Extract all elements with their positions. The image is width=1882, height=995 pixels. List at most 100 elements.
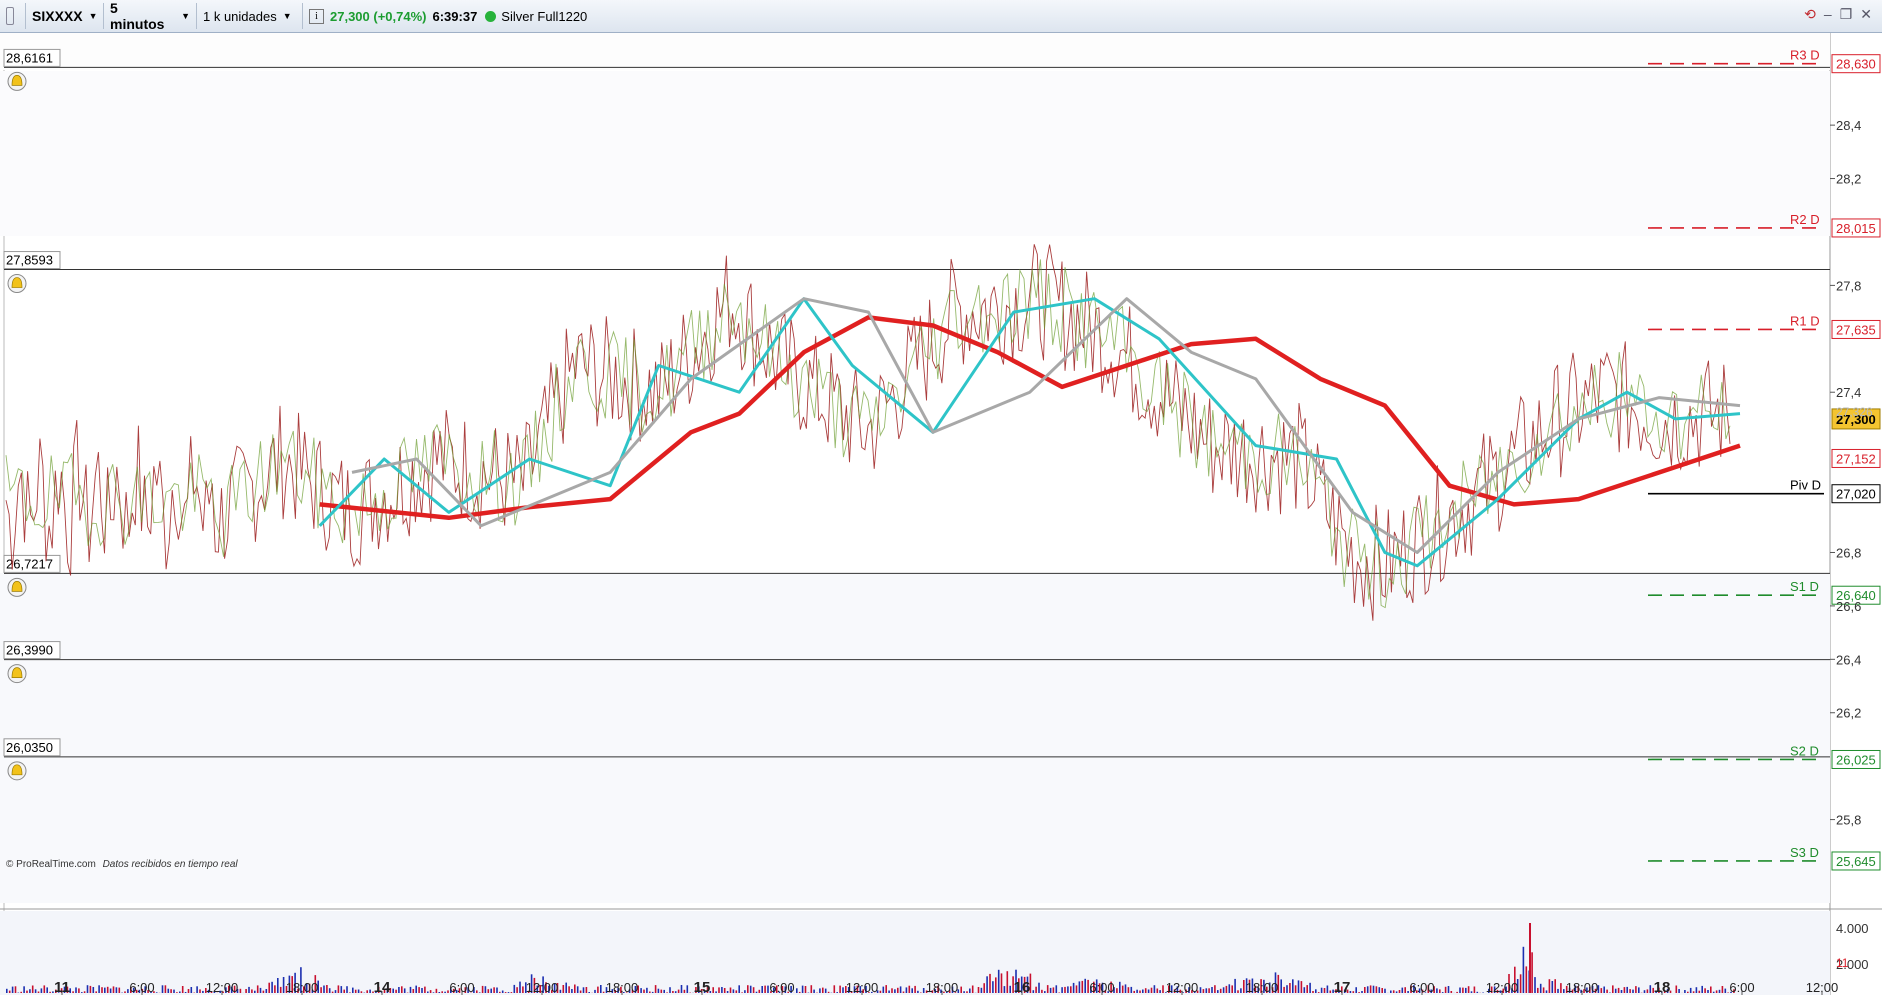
volume-bar — [1144, 988, 1147, 993]
volume-bar — [104, 987, 106, 993]
volume-bar — [983, 983, 985, 993]
ticker-selector[interactable]: SIXXXX ▼ — [26, 3, 104, 29]
timeframe-selector[interactable]: 5 minutos ▼ — [104, 0, 197, 32]
close-icon[interactable]: ✕ — [1860, 6, 1872, 23]
volume-bar — [1707, 990, 1709, 993]
volume-bar — [1214, 985, 1216, 993]
volume-bar — [1473, 986, 1476, 993]
volume-bar — [1153, 985, 1156, 993]
volume-bar — [190, 987, 193, 993]
volume-bar — [666, 992, 668, 993]
volume-bar — [980, 987, 983, 993]
volume-bar — [271, 981, 273, 993]
chevron-down-icon: ▼ — [88, 11, 98, 21]
volume-bar — [1718, 989, 1721, 993]
volume-bar — [986, 976, 988, 993]
volume-bar — [106, 986, 109, 993]
volume-bar — [424, 986, 426, 993]
volume-bar — [1366, 986, 1369, 993]
volume-bar — [1225, 985, 1228, 993]
volume-bar — [902, 991, 905, 993]
bell-icon[interactable] — [7, 274, 27, 294]
x-tick-label: 12:00 — [1166, 980, 1199, 995]
pivot-name: S2 D — [1790, 743, 1819, 758]
volume-bar — [1219, 988, 1222, 993]
x-tick-label: 18:00 — [606, 980, 639, 995]
ticker-label: SIXXXX — [32, 8, 83, 24]
volume-bar — [1127, 987, 1130, 993]
volume-bar — [1692, 991, 1695, 993]
volume-bar — [680, 985, 683, 993]
volume-bar — [715, 991, 717, 993]
volume-bar — [1142, 989, 1144, 993]
volume-bar — [1444, 986, 1447, 993]
x-tick-label: 6:00 — [1729, 980, 1754, 995]
volume-bar — [328, 988, 331, 993]
volume-bar — [1436, 988, 1438, 993]
x-tick-label: 12:00 — [526, 980, 559, 995]
volume-bar — [1392, 990, 1395, 993]
volume-bar — [1297, 980, 1300, 993]
volume-bar — [418, 987, 420, 993]
pivot-value: 26,025 — [1836, 752, 1876, 767]
volume-bar — [718, 987, 720, 993]
volume-bar — [161, 985, 164, 993]
volume-bar — [1704, 988, 1706, 993]
volume-bar — [819, 988, 821, 993]
bell-icon[interactable] — [7, 71, 27, 91]
volume-bar — [1369, 985, 1372, 993]
volume-bar — [597, 986, 599, 993]
volume-bar — [721, 987, 723, 993]
alert-value: 28,6161 — [6, 50, 53, 65]
volume-bar — [582, 987, 585, 993]
volume-bar — [729, 987, 732, 993]
x-tick-label: 6:00 — [1089, 980, 1114, 995]
volume-bar — [43, 985, 46, 993]
y-tick-label: 26,4 — [1836, 652, 1861, 667]
volume-bar — [732, 989, 735, 993]
volume-bar — [265, 989, 268, 993]
volume-bar — [1283, 986, 1285, 993]
volume-bar — [1303, 987, 1306, 993]
x-tick-label: 12:00 — [206, 980, 239, 995]
volume-bar — [1055, 985, 1058, 993]
volume-bar — [1695, 987, 1698, 993]
volume-bar — [674, 991, 677, 993]
volume-bar — [1003, 986, 1006, 993]
volume-bar — [1150, 987, 1153, 993]
volume-bar — [239, 988, 242, 993]
volume-bar — [1329, 990, 1332, 993]
bell-icon[interactable] — [7, 664, 27, 684]
volume-bar — [672, 991, 674, 993]
restore-icon[interactable]: ❐ — [1840, 6, 1853, 23]
volume-bar — [997, 969, 1000, 993]
pivot-value: 27,635 — [1836, 322, 1876, 337]
volume-bar — [1531, 952, 1533, 993]
volume-bar — [334, 990, 337, 993]
volume-bar — [758, 989, 761, 993]
bell-icon[interactable] — [7, 761, 27, 781]
volume-bar — [1061, 987, 1063, 993]
sync-icon[interactable]: ⟲ — [1804, 6, 1816, 23]
volume-bar — [34, 989, 37, 993]
units-selector[interactable]: 1 k unidades ▼ — [197, 3, 303, 29]
x-tick-label: 18:00 — [1246, 980, 1279, 995]
volume-bar — [1119, 981, 1121, 993]
volume-bar — [360, 991, 363, 993]
volume-bar — [432, 992, 435, 993]
volume-bar — [643, 989, 645, 993]
minimize-icon[interactable]: – — [1824, 6, 1832, 23]
volume-bar — [429, 990, 432, 993]
y-tick-label: 26,2 — [1836, 706, 1861, 721]
volume-bar — [712, 987, 714, 993]
price-chart[interactable]: 28,616127,859326,721726,399026,0350 R3 D… — [0, 33, 1882, 995]
volume-bar — [1208, 988, 1210, 993]
volume-bar — [1689, 987, 1692, 993]
menu-handle[interactable] — [0, 3, 26, 29]
volume-bar — [565, 982, 567, 993]
info-icon[interactable]: i — [309, 8, 324, 24]
volume-bar — [98, 985, 100, 993]
volume-bar — [14, 986, 17, 993]
bell-icon[interactable] — [7, 577, 27, 597]
volume-bar — [1156, 988, 1159, 993]
